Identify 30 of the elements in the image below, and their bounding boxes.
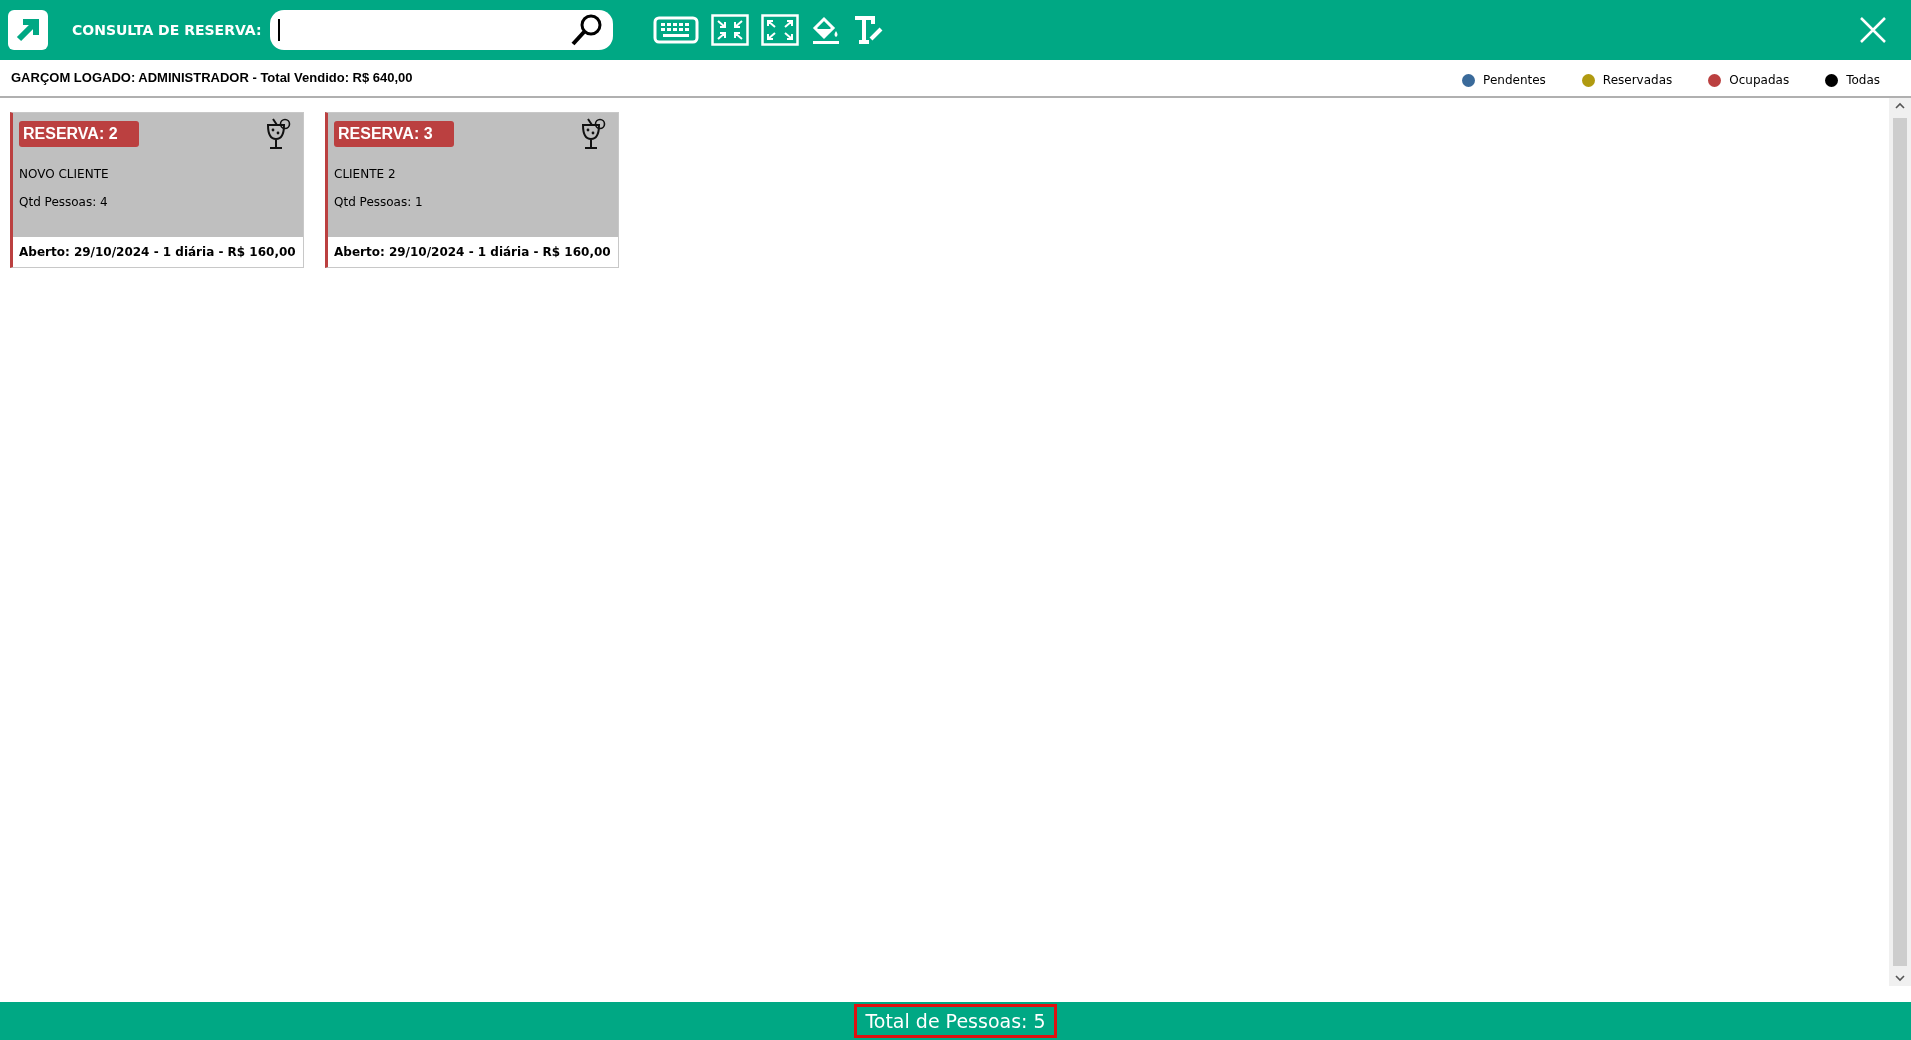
legend-filter[interactable]: Reservadas (1602, 71, 1673, 89)
legend-filter[interactable]: Todas (1846, 71, 1880, 89)
total-people-text: Total de Pessoas: 5 (854, 1004, 1057, 1038)
scroll-down-icon[interactable] (1895, 974, 1905, 982)
scrollbar[interactable] (1889, 98, 1911, 986)
legend-filter[interactable]: Pendentes (1483, 71, 1546, 89)
cocktail-glass-icon (265, 117, 291, 151)
paint-bucket-icon[interactable] (810, 14, 841, 46)
reservation-footer: Aberto: 29/10/2024 - 1 diária - R$ 160,00 (19, 243, 296, 261)
expand-icon[interactable] (760, 14, 799, 46)
text-edit-icon[interactable] (852, 15, 885, 45)
reservation-badge: RESERVA: 2 (19, 121, 139, 147)
close-icon[interactable] (1859, 16, 1887, 44)
reservation-badge: RESERVA: 3 (334, 121, 454, 147)
app-logo-icon (8, 10, 48, 50)
legend-filter[interactable]: Ocupadas (1729, 71, 1790, 89)
cocktail-glass-icon (580, 117, 606, 151)
people-count: Qtd Pessoas: 4 (19, 194, 109, 211)
shrink-icon[interactable] (710, 14, 749, 46)
reservation-card[interactable]: RESERVA: 3 CLIENTE 2 Qtd Pessoas: 1 Aberto: 29/10/2024 - 1 diária - R$ 160,00 (325, 112, 619, 268)
search-label: CONSULTA DE RESERVA: (72, 20, 262, 40)
reservation-card[interactable]: RESERVA: 2 NOVO CLIENTE Qtd Pessoas: 4 Aberto: 29/10/2024 - 1 diária - R$ 160,00 (10, 112, 304, 268)
keyboard-icon[interactable] (652, 16, 699, 44)
search-field[interactable] (269, 10, 613, 50)
scroll-up-icon[interactable] (1895, 102, 1905, 110)
user-info-text: GARÇOM LOGADO: ADMINISTRADOR - Total Vendido: R$ 640,00 (11, 69, 413, 88)
client-name: NOVO CLIENTE (19, 166, 110, 183)
people-count: Qtd Pessoas: 1 (334, 194, 424, 211)
reservation-footer: Aberto: 29/10/2024 - 1 diária - R$ 160,00 (334, 243, 611, 261)
client-name: CLIENTE 2 (334, 166, 397, 183)
